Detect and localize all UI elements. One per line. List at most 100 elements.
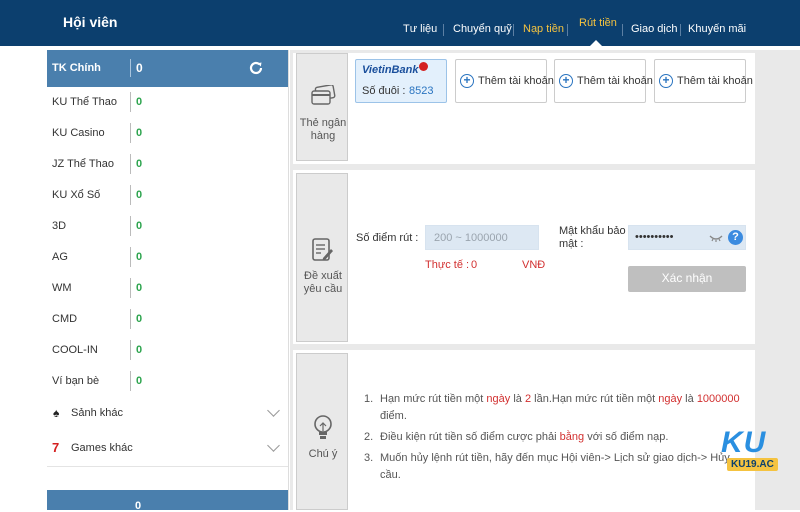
password-label: Mật khẩu bảo mật : [559, 225, 626, 250]
withdraw-panel: Đề xuất yêu cầu Số điểm rút : 200 ~ 1000… [293, 170, 755, 344]
password-dots: •••••••••• [635, 231, 674, 243]
refresh-icon[interactable] [248, 60, 264, 76]
list-item: 3. Muốn hủy lệnh rút tiền, hãy đến mục Hộ… [364, 452, 730, 481]
account-value: 0 [130, 309, 142, 329]
eye-hidden-icon[interactable] [709, 232, 723, 247]
main-account-row: TK Chính 0 [47, 50, 288, 87]
account-row[interactable]: WM 0 [47, 273, 288, 305]
nav-khuyen-mai[interactable]: Khuyến mãi [688, 23, 746, 35]
plus-icon: + [559, 74, 573, 88]
nav-giao-dich[interactable]: Giao dịch [631, 23, 677, 35]
account-value: 0 [130, 92, 142, 112]
account-label: 3D [52, 220, 67, 232]
note-text: Điều kiện rút tiền số điểm cược phải bằn… [380, 431, 669, 443]
sidebar: TK Chính 0 KU Thể Thao 0 KU Casino 0 JZ Th… [47, 50, 289, 512]
chevron-down-icon [267, 404, 280, 417]
account-label: Ví bạn bè [52, 375, 100, 387]
notes-tag: Chú ý [296, 353, 348, 510]
account-row[interactable]: AG 0 [47, 242, 288, 274]
bank-panel: Thẻ ngân hàng VietinBank Số đuôi : 8523 … [293, 53, 755, 164]
bank-tag: Thẻ ngân hàng [296, 53, 348, 161]
withdraw-tag: Đề xuất yêu cầu [296, 173, 348, 342]
top-bar: Hội viên Tư liệu Chuyển quỹ Nạp tiền Rút… [0, 0, 800, 46]
add-account-button[interactable]: + Thêm tài khoản [554, 59, 653, 103]
withdraw-tag-label: Đề xuất yêu cầu [303, 270, 343, 295]
account-value: 0 [130, 154, 142, 174]
account-row[interactable]: Ví bạn bè 0 [47, 366, 288, 398]
spade-icon: ♠ [53, 406, 60, 420]
account-value: 0 [130, 216, 142, 236]
group-label: Sảnh khác [71, 407, 123, 419]
account-value: 0 [130, 185, 142, 205]
account-row[interactable]: COOL-IN 0 [47, 335, 288, 367]
account-label: CMD [52, 313, 78, 325]
notes-tag-label: Chú ý [308, 448, 338, 460]
group-label: Games khác [71, 442, 133, 454]
bank-suffix-value: 8523 [409, 85, 434, 97]
account-label: COOL-IN [52, 344, 98, 356]
logo-brand: KU [721, 426, 767, 459]
account-label: KU Thể Thao [52, 96, 118, 108]
account-value: 0 [130, 371, 142, 391]
bank-card-vietinbank[interactable]: VietinBank Số đuôi : 8523 [355, 59, 447, 103]
account-value: 0 [130, 278, 142, 298]
group-sanh-khac[interactable]: ♠ Sảnh khác [47, 396, 288, 432]
logo-site: KU19.AC [727, 458, 778, 471]
account-row[interactable]: 3D 0 [47, 211, 288, 243]
add-account-button[interactable]: + Thêm tài khoản [455, 59, 554, 103]
bank-card-icon [310, 84, 336, 110]
chevron-down-icon [267, 439, 280, 452]
account-label: KU Xổ Số [52, 189, 101, 201]
list-item: 2. Điều kiện rút tiền số điểm cược phải b… [364, 431, 669, 443]
account-label: KU Casino [52, 127, 105, 139]
document-edit-icon [311, 237, 335, 266]
notes-list: 1. Hạn mức rút tiền một ngày là 2 lần.Hạn… [364, 391, 744, 488]
account-row[interactable]: KU Casino 0 [47, 118, 288, 150]
password-input[interactable]: •••••••••• ? [628, 225, 746, 250]
plus-icon: + [659, 74, 673, 88]
bank-body: VietinBank Số đuôi : 8523 + Thêm tài kho… [353, 53, 755, 164]
add-account-label: Thêm tài khoản [577, 75, 653, 87]
account-row[interactable]: CMD 0 [47, 304, 288, 336]
nav-chuyen-quy[interactable]: Chuyển quỹ [453, 23, 512, 35]
notes-panel: Chú ý 1. Hạn mức rút tiền một ngày là 2 l… [293, 350, 755, 510]
add-account-button[interactable]: + Thêm tài khoản [654, 59, 753, 103]
bank-tag-label: Thẻ ngân hàng [299, 117, 347, 142]
plus-icon: + [460, 74, 474, 88]
account-value: 0 [130, 340, 142, 360]
seven-icon: 7 [52, 440, 60, 455]
sidebar-footer: 0 [47, 490, 288, 512]
list-item: 1. Hạn mức rút tiền một ngày là 2 lần.Hạn… [364, 393, 740, 422]
amount-label: Số điểm rút : [356, 232, 419, 244]
currency-label: VNĐ [522, 259, 546, 271]
vietinbank-logo: VietinBank [362, 64, 419, 76]
active-tab-indicator [590, 40, 602, 46]
main-account-value: 0 [130, 59, 143, 77]
account-value: 0 [130, 247, 142, 267]
nav-tu-lieu[interactable]: Tư liệu [403, 23, 437, 35]
nav-rut-tien-active[interactable]: Rút tiền [579, 17, 617, 29]
account-row[interactable]: KU Thể Thao 0 [47, 87, 288, 119]
account-label: JZ Thể Thao [52, 158, 114, 170]
footer-value: 0 [135, 500, 142, 512]
actual-label: Thực tế : [425, 259, 470, 271]
vietinbank-mark-icon [419, 62, 428, 71]
account-label: WM [52, 282, 72, 294]
amount-input[interactable]: 200 ~ 1000000 [425, 225, 539, 250]
account-row[interactable]: KU Xổ Số 0 [47, 180, 288, 212]
account-label: AG [52, 251, 68, 263]
add-account-label: Thêm tài khoản [677, 75, 753, 87]
withdraw-body: Số điểm rút : 200 ~ 1000000 Thực tế : 0 … [353, 170, 755, 344]
main-account-label: TK Chính [52, 62, 101, 74]
help-icon[interactable]: ? [728, 230, 743, 245]
nav-nap-tien[interactable]: Nạp tiền [523, 23, 564, 35]
account-row[interactable]: JZ Thể Thao 0 [47, 149, 288, 181]
account-value: 0 [130, 123, 142, 143]
amount-placeholder: 200 ~ 1000000 [434, 232, 508, 244]
note-text: Hạn mức rút tiền một ngày là 2 lần.Hạn m… [380, 393, 740, 422]
actual-value: 0 [471, 259, 478, 271]
note-text: Muốn hủy lệnh rút tiền, hãy đến mục Hội … [380, 452, 730, 481]
group-games-khac[interactable]: 7 Games khác [47, 431, 288, 467]
confirm-button[interactable]: Xác nhận [628, 266, 746, 292]
add-account-label: Thêm tài khoản [478, 75, 554, 87]
